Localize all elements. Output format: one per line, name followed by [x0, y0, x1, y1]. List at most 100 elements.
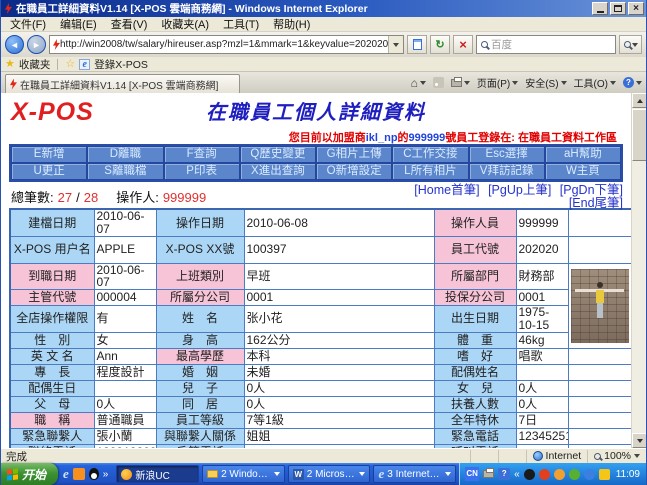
url-dropdown-button[interactable] — [388, 36, 403, 53]
field-label: 體 重 — [434, 332, 516, 348]
field-label: 操作人員 — [434, 209, 516, 236]
start-button[interactable]: 开始 — [1, 463, 58, 485]
field-value: 1975-10-15 — [516, 305, 568, 332]
button-resigned-file[interactable]: S離職檔 — [87, 163, 163, 180]
task-internet-explorer-group[interactable]: e 3 Internet Expl... — [373, 465, 456, 483]
forward-button[interactable]: ► — [27, 35, 46, 54]
button-add-setting[interactable]: O新增設定 — [316, 163, 392, 180]
feeds-button[interactable] — [433, 77, 444, 88]
button-home-page[interactable]: W主頁 — [545, 163, 621, 180]
favorites-button[interactable]: 收藏夹 — [19, 57, 51, 72]
im-tray-icon[interactable] — [584, 469, 595, 480]
field-label: 操作日期 — [156, 209, 244, 236]
field-label: 英 文 名 — [10, 348, 94, 364]
pager-home-link[interactable]: [Home首筆] — [414, 183, 479, 197]
task-microsoft-office-group[interactable]: W 2 Microsoft Off... — [288, 465, 371, 483]
menu-edit[interactable]: 编辑(E) — [53, 16, 104, 32]
status-pane — [470, 450, 498, 463]
task-sina-uc[interactable]: 新浪UC — [116, 465, 199, 483]
field-label: 全年特休 — [434, 412, 516, 428]
url-text: http://win2008/tw/salary/hireuser.asp?mz… — [60, 39, 388, 50]
button-inout-query[interactable]: X進出查詢 — [240, 163, 316, 180]
page-menu-button[interactable]: 页面(P) — [477, 75, 518, 90]
search-box[interactable]: 百度 — [476, 35, 616, 54]
security-tray-icon[interactable] — [569, 469, 580, 480]
photo-person-legs — [597, 303, 603, 318]
field-label: 父 母 — [10, 396, 94, 412]
button-visit-record[interactable]: V拜訪記錄 — [469, 163, 545, 180]
close-button[interactable]: × — [628, 2, 644, 15]
table-row: 父 母0人 同 居0人 扶養人數0人 — [10, 396, 632, 412]
field-label: 配偶生日 — [10, 380, 94, 396]
menu-help[interactable]: 帮助(H) — [266, 16, 317, 32]
minimize-button[interactable] — [592, 2, 608, 15]
help-button[interactable]: ? — [623, 77, 642, 88]
pager-end-link[interactable]: [End尾筆] — [569, 196, 623, 210]
field-value — [516, 444, 568, 448]
button-print[interactable]: P印表 — [164, 163, 240, 180]
window-title: 在職員工詳細資料V1.14 [X-POS 雲端商務網] - Windows In… — [16, 1, 592, 16]
button-photo-upload[interactable]: G相片上傳 — [316, 146, 392, 163]
menu-favorites[interactable]: 收藏夹(A) — [154, 16, 216, 32]
table-row: 配偶生日 兒 子0人 女 兒0人 — [10, 380, 632, 396]
xpos-logo: X-POS — [11, 98, 94, 127]
uc-quicklaunch-icon[interactable] — [73, 468, 85, 480]
search-button[interactable] — [619, 35, 642, 54]
qq-quicklaunch-icon[interactable] — [89, 468, 99, 480]
photo-column-cell — [568, 348, 632, 364]
scroll-up-button[interactable] — [632, 93, 646, 108]
menu-file[interactable]: 文件(F) — [3, 16, 53, 32]
button-handover[interactable]: C工作交接 — [392, 146, 468, 163]
vertical-scrollbar[interactable] — [631, 93, 646, 448]
back-button[interactable]: ◄ — [5, 35, 24, 54]
tray-collapse-button[interactable]: « — [514, 469, 520, 480]
compatibility-view-button[interactable] — [407, 35, 427, 54]
button-history[interactable]: Q歷史變更 — [240, 146, 316, 163]
refresh-button[interactable]: ↻ — [430, 35, 450, 54]
print-button[interactable] — [451, 79, 470, 87]
field-label: X-POS 用户名 — [10, 236, 94, 263]
printer-tray-icon[interactable] — [483, 470, 494, 478]
pager-pgdn-link[interactable]: [PgDn下筆] — [560, 183, 623, 197]
menu-view[interactable]: 查看(V) — [104, 16, 155, 32]
button-query[interactable]: F查詢 — [164, 146, 240, 163]
qq-tray-icon[interactable] — [524, 469, 535, 480]
taskbar-clock[interactable]: 11:09 — [616, 469, 640, 480]
button-resign[interactable]: D離職 — [87, 146, 163, 163]
scroll-down-button[interactable] — [632, 433, 646, 448]
task-windows-explorer-group[interactable]: 2 Windows Explorer — [202, 465, 285, 483]
flower-tray-icon[interactable] — [554, 469, 565, 480]
operator-value: 999999 — [163, 190, 206, 205]
home-button[interactable]: ⌂ — [411, 78, 426, 88]
button-all-photos[interactable]: L所有相片 — [392, 163, 468, 180]
zoom-control[interactable]: 100% — [587, 450, 646, 463]
maximize-button[interactable] — [610, 2, 626, 15]
pager-pgup-link[interactable]: [PgUp上筆] — [488, 183, 551, 197]
help-tray-icon[interactable]: ? — [498, 468, 510, 480]
button-help[interactable]: aH幫助 — [545, 146, 621, 163]
shield-tray-icon[interactable] — [599, 469, 610, 480]
favorites-page-link[interactable]: 登錄X-POS — [94, 57, 148, 72]
table-row: 全店操作權限有 姓 名张小花 出生日期1975-10-15 — [10, 305, 632, 332]
quicklaunch-more-button[interactable]: » — [103, 469, 109, 480]
safety-menu-button[interactable]: 安全(S) — [525, 75, 566, 90]
menu-tools[interactable]: 工具(T) — [216, 16, 266, 32]
messenger-tray-icon[interactable] — [539, 469, 550, 480]
button-add[interactable]: E新增 — [11, 146, 87, 163]
language-indicator[interactable]: CN — [465, 467, 479, 481]
scrollbar-thumb[interactable] — [632, 109, 646, 161]
button-update[interactable]: U更正 — [11, 163, 87, 180]
table-row: 緊急聯繫人張小蘭 與聯繫人關係姐姐 緊急電話12345251 — [10, 428, 632, 444]
button-esc-select[interactable]: Esc選擇 — [469, 146, 545, 163]
url-field[interactable]: http://win2008/tw/salary/hireuser.asp?mz… — [49, 35, 404, 54]
chevron-down-icon — [632, 43, 638, 47]
field-label: 性 別 — [10, 332, 94, 348]
field-value: 財務部 — [516, 263, 568, 289]
field-label: 緊急電話 — [434, 428, 516, 444]
tools-menu-button[interactable]: 工具(O) — [574, 75, 616, 90]
add-favorite-icon[interactable]: ☆ — [65, 59, 75, 70]
stop-button[interactable]: × — [453, 35, 473, 54]
tab-active[interactable]: 在職員工詳細資料V1.14 [X-POS 雲端商務網] — [5, 74, 240, 93]
rss-icon — [433, 77, 444, 88]
ie-quicklaunch-icon[interactable]: e — [63, 468, 69, 480]
